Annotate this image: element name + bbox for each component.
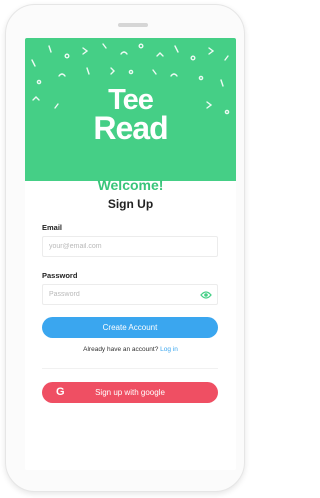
google-icon: G — [56, 386, 65, 398]
welcome-heading: Welcome! — [97, 177, 164, 193]
password-label: Password — [42, 271, 78, 280]
password-input[interactable] — [49, 285, 199, 304]
email-label: Email — [42, 223, 63, 232]
login-link[interactable]: Log in — [160, 346, 178, 353]
page-title: Sign Up — [107, 197, 154, 211]
divider — [42, 368, 218, 369]
email-input[interactable] — [49, 237, 199, 256]
eye-icon[interactable] — [200, 290, 212, 300]
phone-frame: Tee Read Welcome! Sign Up Email Password… — [5, 4, 245, 492]
google-signup-label: Sign up with google — [95, 388, 165, 397]
phone-speaker — [118, 23, 148, 27]
hero-banner: Tee Read — [25, 38, 236, 181]
google-signup-button[interactable]: G Sign up with google — [42, 382, 218, 403]
email-field[interactable] — [42, 236, 218, 257]
login-prompt: Already have an account? Log in — [25, 346, 236, 353]
create-account-button[interactable]: Create Account — [42, 317, 218, 338]
login-prompt-text: Already have an account? — [83, 346, 159, 353]
password-field[interactable] — [42, 284, 218, 305]
logo-text-bottom: Read — [93, 110, 168, 146]
